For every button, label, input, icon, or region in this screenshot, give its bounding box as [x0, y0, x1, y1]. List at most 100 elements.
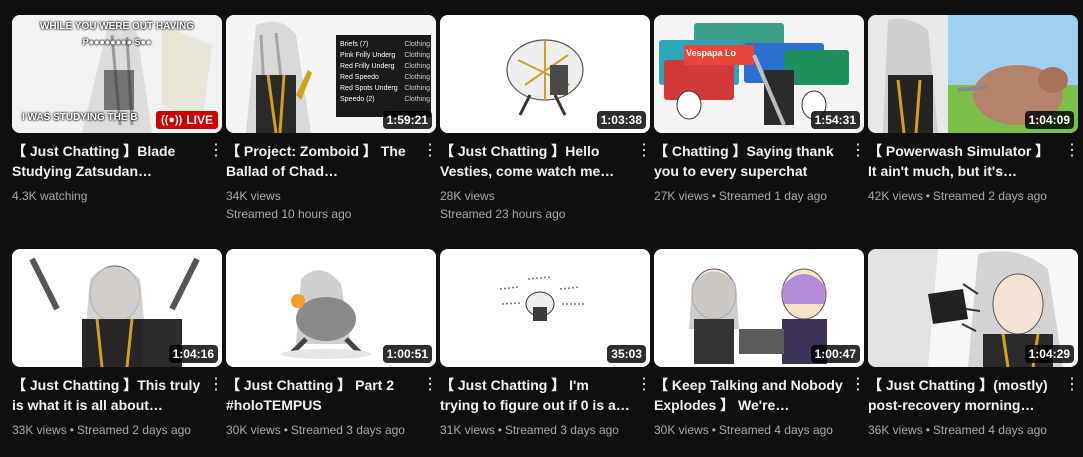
video-stats: 33K views • Streamed 2 days ago [12, 421, 222, 439]
separator: • [283, 423, 288, 437]
inventory-item: Speedo (2) Clothing [340, 96, 430, 103]
more-options-icon[interactable]: ⋮ [850, 375, 866, 395]
duration-badge: 1:03:38 [596, 111, 646, 129]
video-card[interactable]: 1:00:51 【 Just Chatting 】 Part 2 #holoTE… [226, 249, 438, 439]
duration-badge: 1:00:47 [810, 345, 860, 363]
video-card[interactable]: Vespapa Lo 1:54:31 【 Chatting 】Saying th… [654, 15, 866, 205]
stream-date: Streamed 10 hours ago [226, 207, 352, 221]
video-title[interactable]: 【 Just Chatting 】This truly is what it i… [12, 375, 202, 415]
stream-date: Streamed 4 days ago [718, 423, 833, 437]
video-title[interactable]: 【 Just Chatting 】Blade Studying Zatsudan… [12, 141, 202, 181]
duration-badge: 1:04:29 [1024, 345, 1074, 363]
duration-badge: 1:04:09 [1024, 111, 1074, 129]
separator: • [711, 189, 716, 203]
video-thumbnail[interactable]: 1:00:47 [654, 249, 864, 367]
stream-date: Streamed 2 days ago [76, 423, 191, 437]
inventory-item: Briefs (7) Clothing [340, 41, 430, 48]
more-options-icon[interactable]: ⋮ [208, 375, 224, 395]
video-card[interactable]: Briefs (7) Clothing Pink Frilly Underg Clo… [226, 15, 438, 223]
video-title[interactable]: 【 Just Chatting 】 Part 2 #holoTEMPUS [226, 375, 416, 415]
video-thumbnail[interactable]: 1:04:16 [12, 249, 222, 367]
view-count: 30K views [226, 423, 281, 437]
video-stats: 27K views • Streamed 1 day ago [654, 187, 864, 205]
more-options-icon[interactable]: ⋮ [636, 375, 652, 395]
view-count: 42K views [868, 189, 923, 203]
stream-date: Streamed 4 days ago [932, 423, 1047, 437]
thumbnail-caption-bottom: I WAS STUDYING THE B [22, 112, 138, 123]
video-stats: 4.3K watching [12, 187, 222, 205]
view-count: 27K views [654, 189, 709, 203]
video-thumbnail[interactable]: Vespapa Lo 1:54:31 [654, 15, 864, 133]
inventory-item: Red Frilly Underg Clothing [340, 63, 430, 70]
stream-date: Streamed 2 days ago [932, 189, 1047, 203]
video-stats: 34K views Streamed 10 hours ago [226, 187, 436, 223]
more-options-icon[interactable]: ⋮ [636, 141, 652, 161]
more-options-icon[interactable]: ⋮ [422, 375, 438, 395]
video-title[interactable]: 【 Chatting 】Saying thank you to every su… [654, 141, 844, 181]
live-broadcast-icon: ((●)) [161, 114, 183, 126]
video-thumbnail[interactable]: 1:04:29 [868, 249, 1078, 367]
video-card[interactable]: 1:03:38 【 Just Chatting 】Hello Vesties, … [440, 15, 652, 223]
video-stats: 30K views • Streamed 4 days ago [654, 421, 864, 439]
inventory-item: Pink Frilly Underg Clothing [340, 52, 430, 59]
view-count: 33K views [12, 423, 67, 437]
duration-badge: 1:54:31 [810, 111, 860, 129]
view-count: 28K views [440, 189, 495, 203]
separator: • [925, 423, 930, 437]
separator: • [497, 423, 502, 437]
view-count: 30K views [654, 423, 709, 437]
view-count: 34K views [226, 189, 281, 203]
duration-badge: 1:59:21 [382, 111, 432, 129]
thumbnail-caption: Vespapa Lo [686, 48, 737, 58]
video-thumbnail[interactable]: 1:00:51 [226, 249, 436, 367]
video-card[interactable]: 1:04:29 【 Just Chatting 】(mostly) post-r… [868, 249, 1080, 439]
inventory-item: Red Spots Underg Clothing [340, 85, 430, 92]
video-thumbnail[interactable]: Briefs (7) Clothing Pink Frilly Underg Clo… [226, 15, 436, 133]
thumbnail-caption-mid: P●●●●●●●● S●● [82, 37, 152, 47]
view-count: 36K views [868, 423, 923, 437]
stream-date: Streamed 1 day ago [718, 189, 827, 203]
live-badge: ((●)) LIVE [156, 111, 218, 129]
video-title[interactable]: 【 Keep Talking and Nobody Explodes 】 We'… [654, 375, 844, 415]
inventory-list: Briefs (7) Clothing Pink Frilly Underg Clo… [340, 39, 430, 105]
video-card[interactable]: 1:04:16 【 Just Chatting 】This truly is w… [12, 249, 224, 439]
duration-badge: 35:03 [607, 345, 646, 363]
more-options-icon[interactable]: ⋮ [1064, 375, 1080, 395]
video-title[interactable]: 【 Just Chatting 】(mostly) post-recovery … [868, 375, 1058, 415]
live-label: LIVE [186, 113, 213, 127]
more-options-icon[interactable]: ⋮ [422, 141, 438, 161]
video-card[interactable]: WHILE YOU WERE OUT HAVING P●●●●●●●● S●● … [12, 15, 224, 205]
video-title[interactable]: 【 Just Chatting 】Hello Vesties, come wat… [440, 141, 630, 181]
video-grid: WHILE YOU WERE OUT HAVING P●●●●●●●● S●● … [0, 0, 1083, 457]
video-card[interactable]: 1:04:09 【 Powerwash Simulator 】 It ain't… [868, 15, 1080, 205]
video-thumbnail[interactable]: 35:03 [440, 249, 650, 367]
stream-date: Streamed 23 hours ago [440, 207, 566, 221]
video-title[interactable]: 【 Powerwash Simulator 】 It ain't much, b… [868, 141, 1058, 181]
video-stats: 28K views Streamed 23 hours ago [440, 187, 650, 223]
video-card[interactable]: 1:00:47 【 Keep Talking and Nobody Explod… [654, 249, 866, 439]
inventory-item: Red Speedo Clothing [340, 74, 430, 81]
video-stats: 36K views • Streamed 4 days ago [868, 421, 1078, 439]
duration-badge: 1:00:51 [382, 345, 432, 363]
video-stats: 30K views • Streamed 3 days ago [226, 421, 436, 439]
video-stats: 31K views • Streamed 3 days ago [440, 421, 650, 439]
separator: • [925, 189, 930, 203]
thumbnail-caption-top: WHILE YOU WERE OUT HAVING [39, 21, 195, 32]
separator: • [711, 423, 716, 437]
more-options-icon[interactable]: ⋮ [208, 141, 224, 161]
duration-badge: 1:04:16 [168, 345, 218, 363]
stream-date: Streamed 3 days ago [504, 423, 619, 437]
video-thumbnail[interactable]: 1:03:38 [440, 15, 650, 133]
video-title[interactable]: 【 Just Chatting 】 I'm trying to figure o… [440, 375, 630, 415]
video-stats: 42K views • Streamed 2 days ago [868, 187, 1078, 205]
view-count: 31K views [440, 423, 495, 437]
stream-date: Streamed 3 days ago [290, 423, 405, 437]
view-count: 4.3K watching [12, 189, 88, 203]
video-title[interactable]: 【 Project: Zomboid 】 The Ballad of Chad … [226, 141, 416, 181]
video-card[interactable]: 35:03 【 Just Chatting 】 I'm trying to fi… [440, 249, 652, 439]
more-options-icon[interactable]: ⋮ [850, 141, 866, 161]
separator: • [69, 423, 74, 437]
video-thumbnail[interactable]: WHILE YOU WERE OUT HAVING P●●●●●●●● S●● … [12, 15, 222, 133]
video-thumbnail[interactable]: 1:04:09 [868, 15, 1078, 133]
more-options-icon[interactable]: ⋮ [1064, 141, 1080, 161]
